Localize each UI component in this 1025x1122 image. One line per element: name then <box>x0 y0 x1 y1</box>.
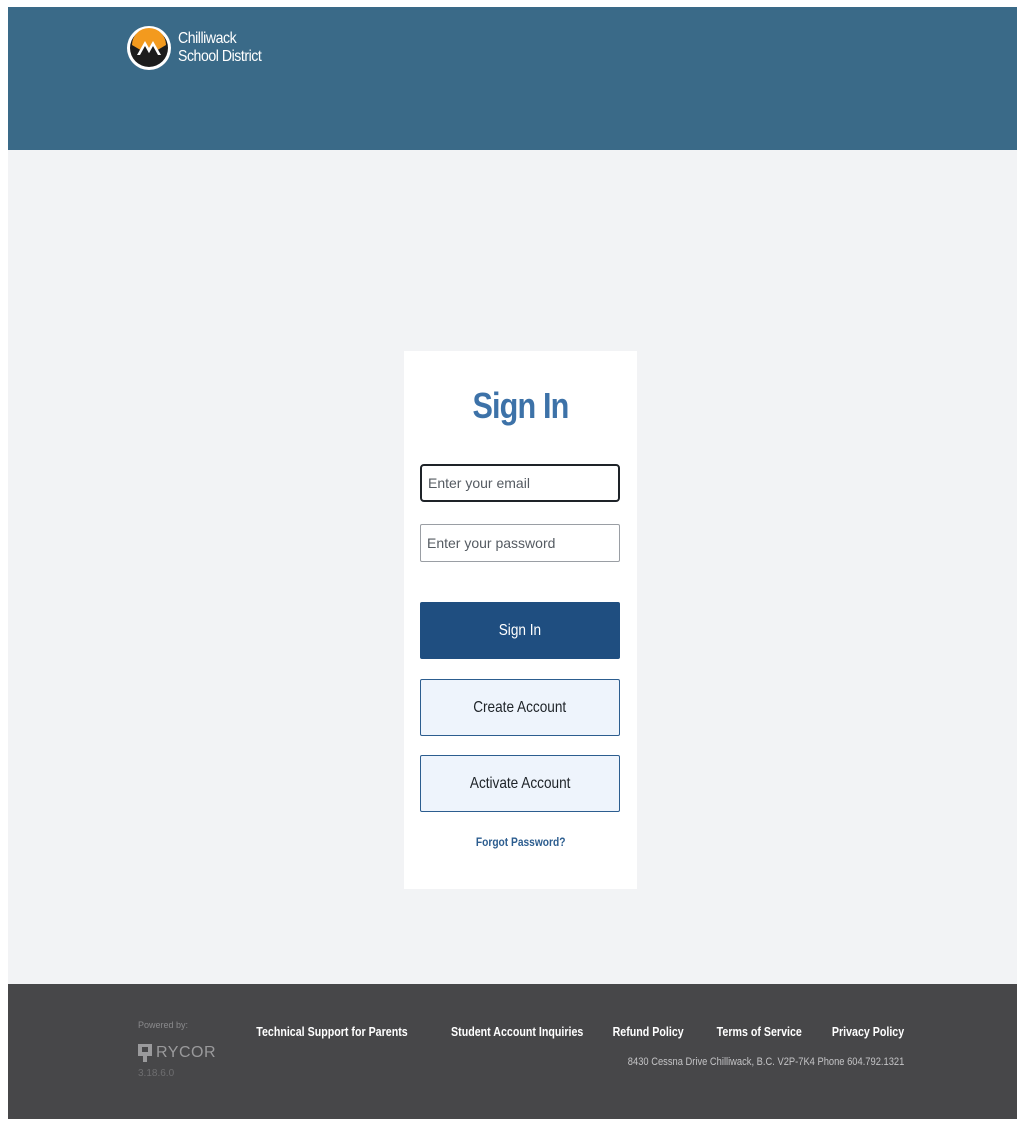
footer-address: 8430 Cessna Drive Chilliwack, B.C. V2P-7… <box>627 1056 904 1068</box>
logo-text: Chilliwack School District <box>178 30 262 66</box>
district-logo[interactable]: Chilliwack School District <box>126 25 273 71</box>
footer-links: Technical Support for Parents Student Ac… <box>223 1024 904 1039</box>
rycor-brand: RYCOR <box>156 1044 216 1061</box>
activate-account-button-label: Activate Account <box>469 774 571 792</box>
footer-link-refund-policy[interactable]: Refund Policy <box>613 1024 684 1039</box>
rycor-logo-icon <box>138 1044 152 1062</box>
footer-link-privacy[interactable]: Privacy Policy <box>832 1024 904 1039</box>
powered-by-label: Powered by: <box>138 1020 189 1030</box>
site-header: Chilliwack School District <box>8 7 1017 150</box>
footer-link-technical-support[interactable]: Technical Support for Parents <box>257 1024 408 1039</box>
signin-title: Sign In <box>472 385 569 426</box>
footer-link-student-account[interactable]: Student Account Inquiries <box>451 1024 583 1039</box>
create-account-button[interactable]: Create Account <box>420 679 620 736</box>
site-footer: Powered by: RYCOR 3.18.6.0 Technical Sup… <box>8 984 1017 1119</box>
email-input[interactable] <box>420 464 620 502</box>
signin-card: Sign In Sign In Create Account Activate … <box>404 351 637 889</box>
activate-account-button[interactable]: Activate Account <box>420 755 620 812</box>
create-account-button-label: Create Account <box>473 698 567 716</box>
logo-line-2: School District <box>178 48 262 65</box>
page-frame: Chilliwack School District Sign In Sign … <box>8 7 1017 1119</box>
forgot-password-link[interactable]: Forgot Password? <box>404 835 637 849</box>
signin-button-label: Sign In <box>498 621 542 639</box>
logo-line-1: Chilliwack <box>178 30 237 47</box>
chilliwack-sd-logo-icon <box>127 26 171 70</box>
signin-button[interactable]: Sign In <box>420 602 620 659</box>
version-label: 3.18.6.0 <box>138 1068 175 1079</box>
rycor-logo[interactable]: RYCOR <box>138 1044 216 1062</box>
password-input[interactable] <box>420 524 620 562</box>
footer-link-terms[interactable]: Terms of Service <box>717 1024 802 1039</box>
forgot-password-label: Forgot Password? <box>475 835 566 849</box>
